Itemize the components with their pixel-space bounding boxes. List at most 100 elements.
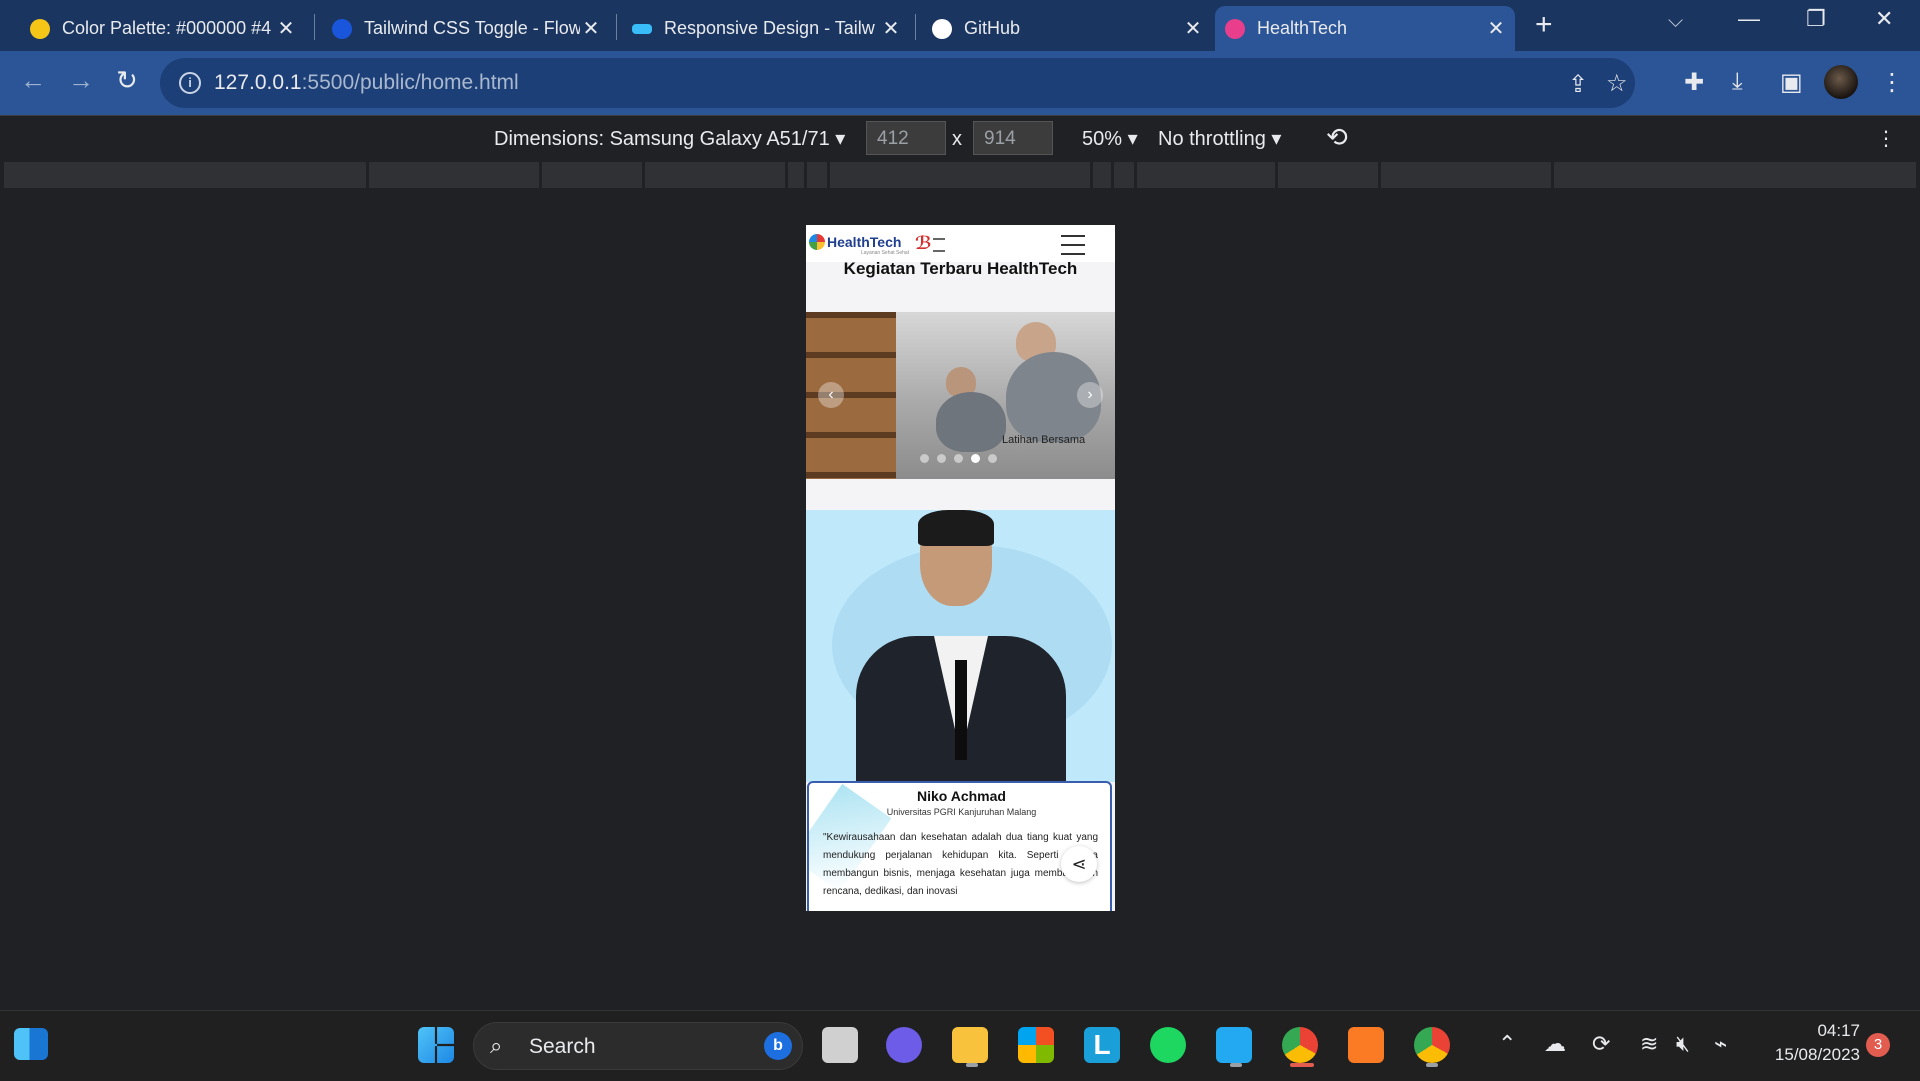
restore-icon[interactable]: ❐ (1806, 6, 1826, 32)
share-icon[interactable]: ⋖ (1061, 846, 1097, 882)
download-icon[interactable]: ⤓ (1732, 68, 1743, 96)
media-query-segment[interactable] (1093, 162, 1111, 188)
color-palette-favicon-icon (30, 18, 50, 39)
media-query-segment[interactable] (1114, 162, 1134, 188)
side-panel-icon[interactable]: ▣ (1780, 68, 1803, 97)
browser-toolbar: ← → ↻ i 127.0.0.1:5500/public/home.html … (0, 51, 1920, 115)
zoom-dropdown[interactable]: 50% ▾ (1082, 126, 1138, 151)
close-tab-icon[interactable]: ✕ (580, 16, 602, 41)
media-query-segment[interactable] (4, 162, 366, 188)
vscode-icon[interactable] (1216, 1027, 1252, 1063)
media-query-segment[interactable] (369, 162, 539, 188)
carousel-prev-icon[interactable]: ‹ (818, 382, 844, 408)
close-tab-icon[interactable]: ✕ (275, 16, 297, 41)
media-query-segment[interactable] (542, 162, 642, 188)
start-icon[interactable] (418, 1027, 454, 1063)
tab-title: Responsive Design - Tailw (664, 18, 875, 38)
clock-date: 15/08/2023 (1774, 1045, 1860, 1064)
microsoft-store-icon[interactable] (1018, 1027, 1054, 1063)
tab-github[interactable]: GitHub ✕ (922, 6, 1212, 51)
media-query-segment[interactable] (788, 162, 804, 188)
l-app-icon[interactable]: L (1084, 1027, 1120, 1063)
profile-university: Universitas PGRI Kanjuruhan Malang (886, 807, 1037, 817)
rotate-icon[interactable]: ⟲ (1326, 122, 1348, 153)
teams-chat-icon[interactable] (886, 1027, 922, 1063)
healthtech-logo-icon[interactable] (809, 234, 825, 250)
wifi-icon[interactable]: ≋ (1640, 1031, 1658, 1057)
close-tab-icon[interactable]: ✕ (1485, 16, 1507, 41)
carousel-dot[interactable] (954, 454, 963, 463)
bing-icon[interactable]: b (764, 1032, 792, 1060)
reload-icon[interactable]: ↻ (116, 65, 138, 96)
throttling-dropdown[interactable]: No throttling ▾ (1158, 126, 1281, 151)
url-text[interactable]: 127.0.0.1:5500/public/home.html (214, 71, 519, 95)
forward-icon[interactable]: → (68, 65, 94, 96)
onedrive-icon[interactable]: ☁ (1544, 1031, 1566, 1057)
carousel-dot[interactable] (920, 454, 929, 463)
profile-avatar[interactable] (1824, 65, 1858, 99)
address-bar[interactable]: i 127.0.0.1:5500/public/home.html ⇪ ☆ (160, 58, 1635, 108)
star-icon[interactable]: ☆ (1606, 69, 1628, 98)
tab-healthtech[interactable]: HealthTech ✕ (1215, 6, 1515, 51)
running-indicator (1230, 1063, 1242, 1067)
volume-muted-icon[interactable]: 🔇︎ (1676, 1031, 1690, 1057)
sync-icon[interactable]: ⟳ (1592, 1031, 1610, 1057)
taskbar-search[interactable]: ⌕ Search b (473, 1022, 803, 1070)
times-label: x (952, 128, 962, 150)
width-input[interactable]: 412 (866, 121, 946, 155)
back-icon[interactable]: ← (20, 65, 46, 96)
menu-icon[interactable]: ⋮ (1880, 68, 1904, 97)
height-input[interactable]: 914 (973, 121, 1053, 155)
url-host: 127.0.0.1 (214, 71, 302, 94)
tailwind-favicon-icon (632, 23, 652, 34)
tab-strip: Color Palette: #000000 #4 ✕ Tailwind CSS… (0, 0, 1920, 51)
xampp-icon[interactable] (1348, 1027, 1384, 1063)
carousel-dot[interactable] (988, 454, 997, 463)
media-query-bar (0, 160, 1920, 190)
tab-responsive-design[interactable]: Responsive Design - Tailw ✕ (622, 6, 910, 51)
media-query-segment[interactable] (1278, 162, 1378, 188)
extensions-icon[interactable]: ✚ (1684, 68, 1704, 97)
chrome-icon[interactable] (1282, 1027, 1318, 1063)
media-query-segment[interactable] (1554, 162, 1916, 188)
brand-name[interactable]: HealthTech (827, 234, 901, 250)
minimize-icon[interactable]: — (1738, 6, 1760, 32)
more-options-icon[interactable]: ⋮ (1876, 126, 1896, 151)
close-tab-icon[interactable]: ✕ (1182, 16, 1204, 41)
notification-badge[interactable]: 3 (1866, 1033, 1890, 1057)
share-page-icon[interactable]: ⇪ (1568, 70, 1588, 99)
tab-tailwind-toggle[interactable]: Tailwind CSS Toggle - Flow ✕ (322, 6, 610, 51)
chevron-down-icon[interactable]: ⌵ (1668, 10, 1683, 33)
dimensions-dropdown[interactable]: Dimensions: Samsung Galaxy A51/71 ▾ (494, 126, 845, 151)
profile-card: Niko Achmad Universitas PGRI Kanjuruhan … (807, 781, 1112, 911)
partner-logo-icon (933, 238, 945, 252)
media-query-segment[interactable] (807, 162, 827, 188)
info-icon[interactable]: i (179, 72, 201, 94)
tab-color-palette[interactable]: Color Palette: #000000 #4 ✕ (20, 6, 305, 51)
tab-separator (616, 14, 617, 40)
widgets-icon[interactable] (14, 1028, 48, 1060)
hamburger-menu-icon[interactable] (1061, 235, 1085, 255)
media-query-segment[interactable] (1137, 162, 1275, 188)
brand-tagline: Layanan Sehat Sehat (861, 250, 910, 256)
carousel-next-icon[interactable]: › (1077, 382, 1103, 408)
media-query-segment[interactable] (645, 162, 785, 188)
battery-icon[interactable]: ⌁ (1714, 1031, 1727, 1057)
task-view-icon[interactable] (822, 1027, 858, 1063)
carousel-indicators (920, 454, 997, 463)
carousel-dot-active[interactable] (971, 454, 980, 463)
close-window-icon[interactable]: ✕ (1875, 6, 1893, 32)
spotify-icon[interactable] (1150, 1027, 1186, 1063)
carousel-dot[interactable] (937, 454, 946, 463)
tab-separator (915, 14, 916, 40)
clock-time: 04:17 (1817, 1021, 1860, 1040)
system-clock[interactable]: 04:17 15/08/2023 (1748, 1019, 1860, 1067)
close-tab-icon[interactable]: ✕ (880, 16, 902, 41)
plus-icon[interactable]: + (1535, 8, 1553, 42)
media-query-segment[interactable] (1381, 162, 1551, 188)
chevron-up-icon[interactable]: ⌃ (1498, 1031, 1516, 1057)
activity-carousel[interactable]: ‹ › Latihan Bersama (806, 312, 1115, 479)
media-query-segment[interactable] (830, 162, 1090, 188)
file-explorer-icon[interactable] (952, 1027, 988, 1063)
chrome-profile-icon[interactable] (1414, 1027, 1450, 1063)
